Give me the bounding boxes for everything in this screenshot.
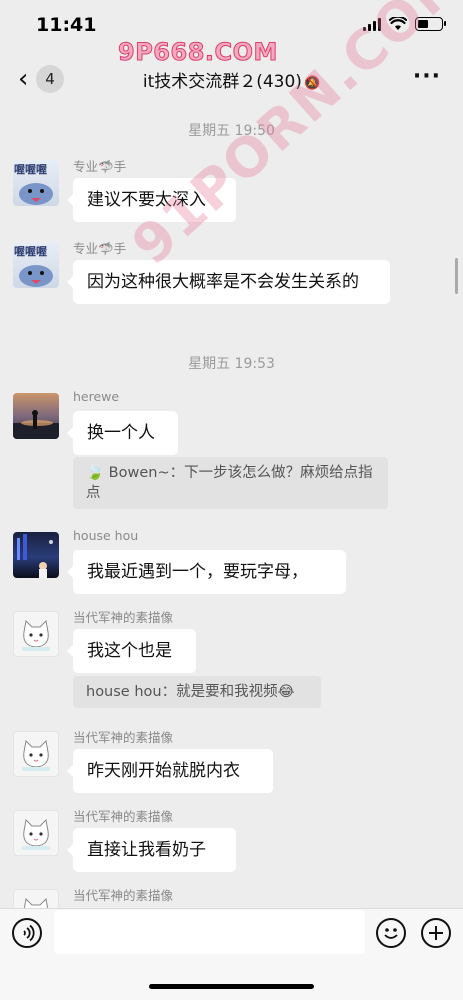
message-bubble[interactable]: 因为这种很大概率是不会发生关系的 (67, 260, 390, 304)
home-indicator (149, 984, 314, 989)
chat-area[interactable]: 星期五 19:50 喔喔喔 专业🦈手 建议不要太深入 喔喔喔 专业🦈手 因为这种… (0, 102, 463, 908)
message-bubble[interactable]: 昨天刚开始就脱内衣 (67, 749, 273, 793)
svg-text:喔喔喔: 喔喔喔 (14, 163, 47, 176)
sender-name: 当代军神的素描像 (73, 610, 174, 625)
input-bar (0, 908, 463, 1000)
quoted-message[interactable]: house hou：就是要和我视频😂 (73, 676, 321, 708)
sender-name: 专业🦈手 (73, 159, 127, 174)
message-bubble[interactable]: 换一个人 (67, 411, 178, 455)
avatar-cat[interactable] (13, 611, 59, 657)
chat-title: it技术交流群２(430) 🔕 (0, 67, 463, 92)
message-bubble[interactable]: 我这个也是 (67, 629, 196, 673)
message-bubble[interactable]: 直接让我看奶子 (67, 828, 236, 872)
message-input[interactable] (54, 910, 365, 954)
emoji-icon[interactable] (376, 918, 406, 948)
quoted-message[interactable]: 🍃 Bowen~：下一步该怎么做？麻烦给点指点 (73, 457, 388, 509)
more-options-icon[interactable]: ··· (413, 64, 441, 89)
sender-name: 专业🦈手 (73, 241, 127, 256)
voice-icon[interactable] (12, 918, 42, 948)
scrollbar[interactable] (455, 258, 458, 294)
avatar-cat[interactable] (13, 731, 59, 777)
sender-name: 当代军神的素描像 (73, 809, 174, 824)
avatar-cat[interactable] (13, 889, 59, 908)
sender-name: house hou (73, 528, 139, 543)
avatar-shark[interactable]: 喔喔喔 (13, 242, 59, 288)
message-bubble[interactable]: 我最近遇到一个，要玩字母， (67, 550, 346, 594)
avatar-cat[interactable] (13, 810, 59, 856)
sender-name: 当代军神的素描像 (73, 888, 174, 903)
status-time: 11:41 (36, 14, 97, 36)
svg-text:喔喔喔: 喔喔喔 (14, 245, 47, 258)
sender-name: 当代军神的素描像 (73, 730, 174, 745)
avatar-night-city[interactable] (13, 532, 59, 578)
avatar-shark[interactable]: 喔喔喔 (13, 160, 59, 206)
plus-icon[interactable] (421, 918, 451, 948)
avatar-sunset[interactable] (13, 393, 59, 439)
sender-name: herewe (73, 389, 120, 404)
timestamp: 星期五 19:53 (188, 356, 275, 372)
